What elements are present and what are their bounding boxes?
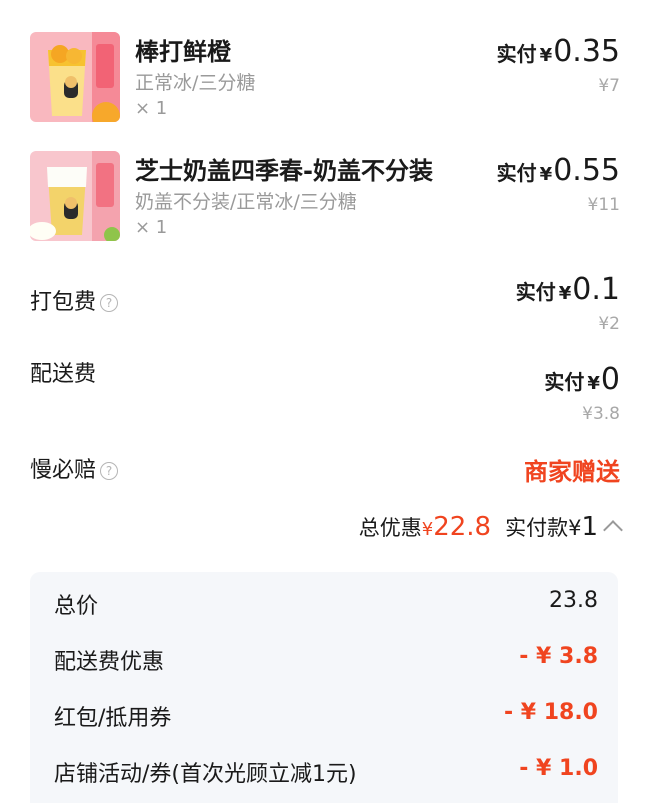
packing-fee-label: 打包费? bbox=[30, 284, 119, 316]
item-name: 芝士奶盖四季春-奶盖不分装 bbox=[135, 157, 433, 185]
paid-label: 实付 bbox=[496, 42, 537, 66]
breakdown-label: 店铺活动/券(首次光顾立减1元) bbox=[54, 762, 357, 787]
order-summary[interactable]: 总优惠¥22.8 实付款¥1 bbox=[358, 512, 623, 542]
chevron-up-icon[interactable] bbox=[603, 520, 623, 540]
order-item[interactable]: 棒打鲜橙 正常冰/三分糖 × 1 实付 ¥0.35 ¥7 bbox=[30, 32, 630, 132]
late-compensation-row: 慢必赔? 商家赠送 bbox=[30, 452, 630, 512]
packing-fee-text: 打包费 bbox=[30, 290, 97, 315]
merchant-gift-badge: 商家赠送 bbox=[524, 458, 620, 486]
breakdown-row: 红包/抵用券 - ¥ 18.0 bbox=[54, 700, 598, 740]
breakdown-value: - ¥ 1.0 bbox=[519, 756, 598, 781]
order-detail-card: 棒打鲜橙 正常冰/三分糖 × 1 实付 ¥0.35 ¥7 芝士奶盖四季春-奶盖不分… bbox=[0, 0, 648, 803]
paid-value: 0.1 bbox=[572, 272, 620, 307]
actual-payment-value: 1 bbox=[581, 512, 598, 542]
currency-symbol: ¥ bbox=[539, 45, 553, 66]
cheese-tea-thumbnail bbox=[30, 151, 120, 241]
discount-amount: 22.8 bbox=[433, 512, 492, 542]
late-compensation-label: 慢必赔? bbox=[30, 452, 119, 484]
delivery-fee-row: 配送费 实付 ¥0 ¥3.8 bbox=[30, 356, 630, 424]
total-discount-label: 总优惠 bbox=[358, 516, 422, 540]
order-item[interactable]: 芝士奶盖四季春-奶盖不分装 奶盖不分装/正常冰/三分糖 × 1 实付 ¥0.55 … bbox=[30, 151, 630, 251]
item-spec: 正常冰/三分糖 bbox=[135, 72, 256, 94]
breakdown-row: 店铺活动/券(首次光顾立减1元) - ¥ 1.0 bbox=[54, 756, 598, 796]
paid-value: 0.35 bbox=[553, 34, 620, 69]
packing-fee-original: ¥2 bbox=[598, 314, 620, 334]
help-icon[interactable]: ? bbox=[100, 462, 119, 480]
item-quantity: × 1 bbox=[135, 98, 168, 119]
help-icon[interactable]: ? bbox=[100, 294, 119, 312]
item-quantity: × 1 bbox=[135, 217, 168, 238]
currency-symbol: ¥ bbox=[587, 373, 600, 394]
delivery-fee-label: 配送费 bbox=[30, 362, 97, 387]
paid-label: 实付 bbox=[544, 370, 585, 394]
item-original-price: ¥11 bbox=[587, 195, 620, 215]
currency-symbol: ¥ bbox=[568, 516, 582, 540]
breakdown-label: 红包/抵用券 bbox=[54, 706, 172, 731]
item-paid-price: 实付 ¥0.35 bbox=[497, 34, 620, 69]
actual-payment-label: 实付款 bbox=[505, 516, 569, 540]
breakdown-label: 配送费优惠 bbox=[54, 650, 165, 675]
breakdown-value: - ¥ 18.0 bbox=[503, 700, 598, 725]
breakdown-row: 配送费优惠 - ¥ 3.8 bbox=[54, 644, 598, 684]
breakdown-value: 23.8 bbox=[549, 588, 598, 613]
item-spec: 奶盖不分装/正常冰/三分糖 bbox=[135, 191, 357, 213]
item-original-price: ¥7 bbox=[598, 76, 620, 96]
currency-symbol: ¥ bbox=[539, 164, 553, 185]
breakdown-value: - ¥ 3.8 bbox=[519, 644, 598, 669]
currency-symbol: ¥ bbox=[421, 519, 434, 540]
delivery-fee-paid: 实付 ¥0 bbox=[544, 362, 620, 397]
paid-value: 0 bbox=[600, 362, 620, 397]
total-discount-value: ¥22.8 bbox=[422, 512, 491, 542]
breakdown-label: 总价 bbox=[54, 594, 99, 619]
currency-symbol: ¥ bbox=[558, 283, 572, 304]
late-compensation-text: 慢必赔 bbox=[30, 458, 97, 483]
breakdown-row: 总价 23.8 bbox=[54, 588, 598, 628]
packing-fee-row: 打包费? 实付 ¥0.1 ¥2 bbox=[30, 270, 630, 334]
orange-drink-thumbnail bbox=[30, 32, 120, 122]
delivery-fee-original: ¥3.8 bbox=[582, 404, 620, 424]
packing-fee-paid: 实付 ¥0.1 bbox=[516, 272, 620, 307]
item-paid-price: 实付 ¥0.55 bbox=[497, 153, 620, 188]
paid-label: 实付 bbox=[515, 280, 556, 304]
paid-label: 实付 bbox=[496, 161, 537, 185]
item-name: 棒打鲜橙 bbox=[135, 38, 231, 66]
paid-value: 0.55 bbox=[553, 153, 620, 188]
price-breakdown-panel: 总价 23.8 配送费优惠 - ¥ 3.8 红包/抵用券 - ¥ 18.0 店铺… bbox=[30, 572, 618, 803]
